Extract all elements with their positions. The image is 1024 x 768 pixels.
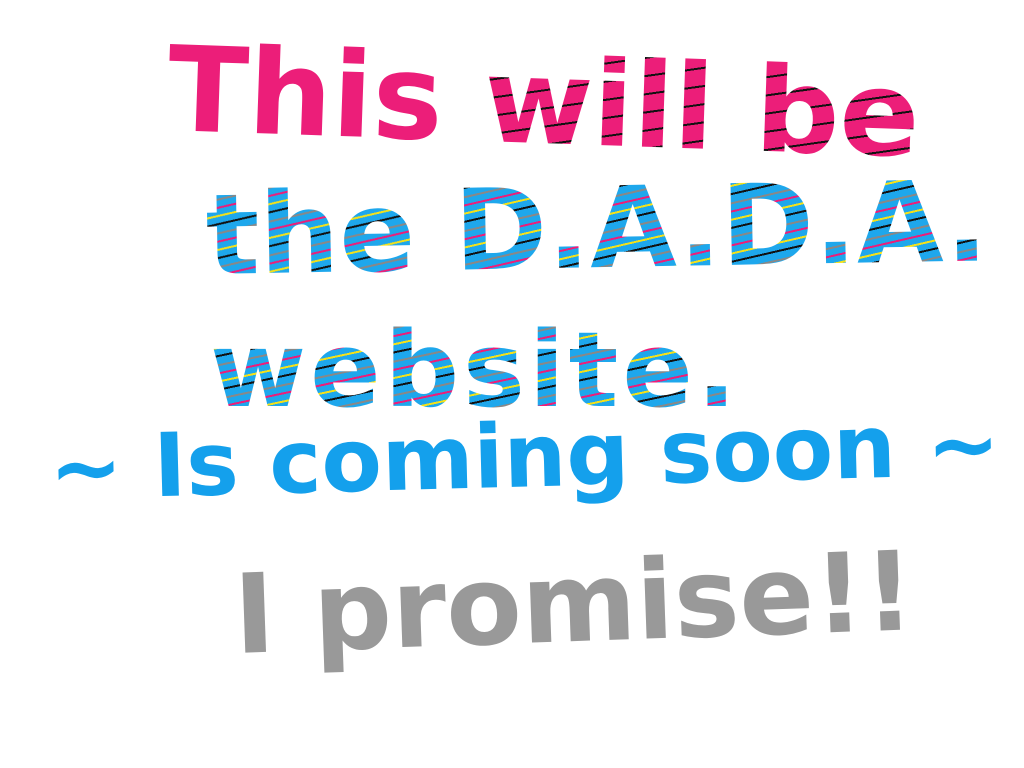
coming-soon-line: ~ Is coming soon ~ bbox=[47, 392, 1002, 520]
headline-line-1: This will be bbox=[165, 20, 923, 185]
headline-word-will-be: will be bbox=[481, 31, 923, 185]
promise-line: I promise!! bbox=[231, 527, 917, 679]
handwritten-canvas: This will be the D.A.D.A. website. ~ Is … bbox=[0, 0, 1024, 768]
headline-word-dada: D.A.D.A. bbox=[453, 157, 989, 297]
headline-line-2: the D.A.D.A. bbox=[204, 157, 989, 301]
headline-word-the: the bbox=[204, 167, 417, 301]
headline-word-this: This bbox=[165, 20, 446, 168]
